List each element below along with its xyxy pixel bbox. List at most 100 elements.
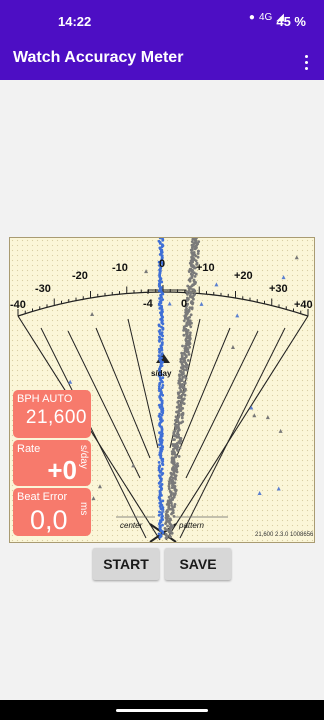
- trace-point-blue: [161, 380, 164, 384]
- trace-point-gray: [178, 374, 182, 378]
- trace-point-gray: [174, 427, 178, 431]
- scatter-point: [91, 496, 96, 501]
- scatter-point: [276, 486, 281, 491]
- trace-point-gray: [185, 363, 189, 367]
- pattern-label: pattern: [179, 521, 204, 530]
- scatter-point: [252, 413, 257, 418]
- trace-point-gray: [185, 350, 189, 354]
- trace-point-gray: [182, 319, 186, 323]
- trace-point-gray: [167, 487, 171, 491]
- trace-point-gray: [176, 401, 180, 404]
- app-bar: Watch Accuracy Meter: [0, 44, 324, 80]
- unit-label: s/day: [151, 369, 172, 378]
- trace-point-gray: [165, 510, 168, 513]
- trace-point-gray: [187, 343, 191, 347]
- trace-point-blue: [161, 463, 165, 466]
- scale-label-0: 0: [159, 258, 166, 270]
- trace-point-gray: [192, 297, 195, 301]
- trace-point-blue: [161, 238, 165, 242]
- trace-point-blue: [161, 523, 164, 527]
- trace-point-gray: [185, 332, 188, 336]
- trace-point-gray: [177, 392, 180, 396]
- trace-point-blue: [157, 443, 161, 447]
- trace-point-gray: [170, 504, 174, 507]
- trace-point-gray: [176, 449, 180, 452]
- home-handle[interactable]: [116, 709, 208, 712]
- trace-point-gray: [176, 462, 179, 465]
- status-time: 14:22: [58, 14, 92, 29]
- trace-point-gray: [172, 515, 176, 518]
- center-label: center: [120, 521, 143, 530]
- scatter-point: [265, 415, 270, 420]
- trace-point-gray: [176, 396, 180, 399]
- trace-point-gray: [186, 318, 190, 321]
- trace-point-gray: [181, 344, 184, 348]
- trace-point-gray: [185, 290, 189, 294]
- trace-point-blue: [158, 238, 162, 240]
- trace-point-gray: [182, 402, 186, 405]
- trace-point-gray: [180, 416, 184, 420]
- trace-point-blue: [160, 353, 164, 356]
- trace-point-gray: [179, 357, 183, 361]
- scale-label-p20: +20: [234, 270, 253, 282]
- trace-point-gray: [190, 240, 194, 243]
- trace-point-gray: [182, 390, 186, 393]
- trace-point-gray: [166, 524, 169, 528]
- beat-error-unit: ms: [78, 502, 89, 516]
- trace-point-gray: [182, 375, 185, 379]
- trace-point-gray: [183, 393, 187, 397]
- trace-point-gray: [178, 437, 182, 440]
- scatter-point: [68, 379, 73, 384]
- scale-label-m20: -20: [72, 270, 88, 282]
- trace-point-gray: [167, 480, 171, 483]
- trace-point-gray: [193, 275, 197, 278]
- trace-point-gray: [171, 509, 175, 512]
- trace-point-gray: [189, 248, 193, 252]
- trace-point-blue: [161, 327, 165, 331]
- scatter-point: [167, 301, 172, 306]
- trace-point-gray: [177, 455, 181, 458]
- scatter-point: [278, 428, 283, 433]
- trace-point-gray: [196, 255, 200, 259]
- scatter-point: [294, 255, 299, 260]
- trace-point-blue: [158, 340, 161, 343]
- version-text: 21,600 2.3.0 1008656: [255, 532, 314, 538]
- trace-point-blue: [161, 393, 165, 397]
- scale-label-p30: +30: [269, 283, 288, 295]
- trace-point-blue: [157, 481, 161, 485]
- trace-point-blue: [158, 351, 161, 354]
- trace-point-gray: [189, 313, 193, 317]
- status-bar: 14:22 ● 4G ◢ 45 %: [0, 0, 324, 44]
- rate-panel: Rate +0 s/day: [13, 440, 91, 486]
- scatter-point: [230, 344, 235, 349]
- trace-point-gray: [197, 240, 201, 243]
- inner-label-0: 0: [181, 298, 188, 310]
- trace-point-gray: [169, 535, 172, 539]
- trace-point-gray: [194, 239, 198, 242]
- trace-point-gray: [174, 489, 178, 493]
- trace-point-gray: [170, 473, 174, 476]
- start-button[interactable]: START: [93, 548, 159, 580]
- trace-point-gray: [177, 433, 180, 437]
- trace-point-blue: [161, 334, 165, 338]
- scale-label-p10: +10: [196, 262, 215, 274]
- trace-point-gray: [187, 353, 191, 356]
- bph-value: 21,600: [25, 407, 87, 428]
- trace-point-gray: [189, 331, 192, 335]
- scale-label-p40: +40: [294, 299, 313, 311]
- trace-point-gray: [193, 247, 197, 251]
- trace-point-gray: [174, 477, 177, 481]
- wifi-icon: ●: [248, 12, 255, 23]
- trace-point-blue: [157, 513, 161, 517]
- scatter-point: [199, 301, 204, 306]
- save-button[interactable]: SAVE: [165, 548, 231, 580]
- trace-point-gray: [188, 291, 192, 295]
- trace-point-gray: [183, 381, 187, 385]
- trace-point-gray: [168, 507, 172, 511]
- trace-point-gray: [180, 351, 184, 355]
- trace-point-gray: [182, 329, 186, 332]
- trace-point-blue: [157, 461, 161, 464]
- trace-point-gray: [185, 366, 188, 369]
- scatter-point: [90, 312, 95, 317]
- more-vert-icon[interactable]: [298, 50, 314, 74]
